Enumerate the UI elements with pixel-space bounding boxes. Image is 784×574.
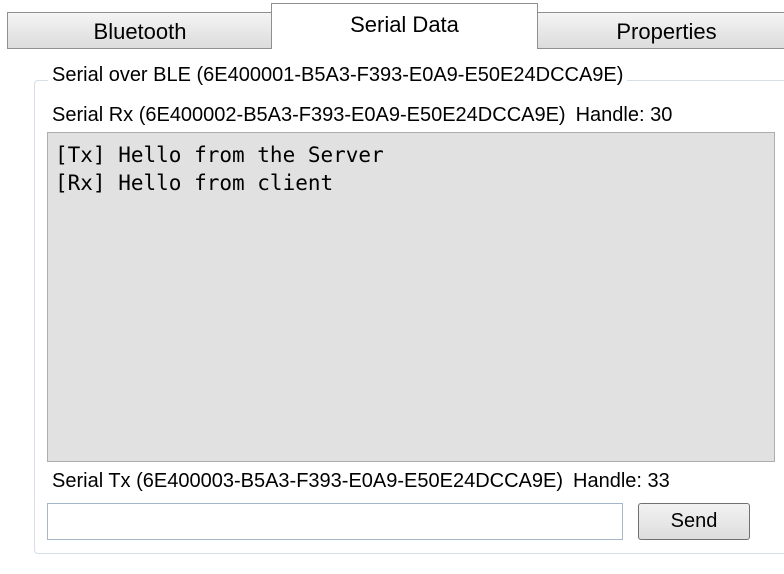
rx-log-line: [Tx] Hello from the Server — [55, 143, 384, 167]
app-window: Bluetooth Serial Data Properties Serial … — [0, 0, 784, 574]
serial-tx-label: Serial Tx (6E400003-B5A3-F393-E0A9-E50E2… — [52, 470, 670, 493]
tab-properties[interactable]: Properties — [537, 12, 784, 49]
serial-rx-handle: Handle: 30 — [575, 104, 673, 126]
serial-tx-input[interactable] — [47, 503, 623, 540]
serial-rx-output[interactable]: [Tx] Hello from the Server [Rx] Hello fr… — [47, 132, 775, 462]
tab-serial-data[interactable]: Serial Data — [271, 3, 538, 49]
rx-log-line: [Rx] Hello from client — [55, 171, 334, 195]
serial-rx-label: Serial Rx (6E400002-B5A3-F393-E0A9-E50E2… — [52, 104, 672, 127]
tab-bluetooth[interactable]: Bluetooth — [7, 12, 272, 49]
group-title: Serial over BLE (6E400001-B5A3-F393-E0A9… — [48, 64, 628, 87]
serial-tx-handle: Handle: 33 — [573, 470, 670, 492]
serial-rx-uuid-label: Serial Rx (6E400002-B5A3-F393-E0A9-E50E2… — [52, 104, 566, 126]
serial-tx-uuid-label: Serial Tx (6E400003-B5A3-F393-E0A9-E50E2… — [52, 470, 564, 492]
send-button[interactable]: Send — [638, 503, 750, 540]
